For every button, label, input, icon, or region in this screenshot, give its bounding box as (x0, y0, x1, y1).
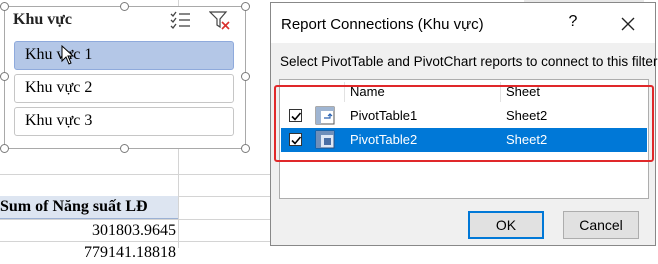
resize-handle[interactable] (120, 144, 129, 153)
resize-handle[interactable] (241, 2, 250, 11)
mouse-cursor-icon (61, 45, 75, 65)
resize-handle[interactable] (0, 2, 9, 11)
dialog-titlebar[interactable]: Report Connections (Khu vực) ? (271, 3, 655, 43)
ok-button[interactable]: OK (468, 211, 544, 239)
pivot-value-cell[interactable]: 779141.18818 (0, 242, 176, 264)
close-icon[interactable] (615, 11, 641, 37)
slicer-title: Khu vực (13, 11, 72, 28)
slicer-item-khu-vuc-2[interactable]: Khu vực 2 (14, 74, 234, 103)
resize-handle[interactable] (0, 72, 9, 81)
dialog-description: Select PivotTable and PivotChart reports… (280, 54, 658, 69)
resize-handle[interactable] (241, 144, 250, 153)
resize-handle[interactable] (120, 2, 129, 11)
slicer-item-khu-vuc-1[interactable]: Khu vực 1 (14, 41, 234, 70)
pivot-value-header[interactable]: Sum of Năng suất LĐ (0, 196, 178, 219)
pivot-value-cell[interactable]: 301803.9645 (0, 220, 176, 242)
multi-select-icon[interactable] (169, 10, 191, 30)
slicer-item-khu-vuc-3[interactable]: Khu vực 3 (14, 107, 234, 136)
highlight-annotation (274, 85, 654, 162)
row-gridline (0, 174, 270, 175)
resize-handle[interactable] (0, 144, 9, 153)
dialog-title: Report Connections (Khu vực) (281, 16, 484, 33)
cancel-button[interactable]: Cancel (563, 211, 639, 239)
clear-filter-icon[interactable] (209, 10, 231, 30)
help-button[interactable]: ? (563, 13, 583, 33)
slicer-khu-vuc[interactable]: Khu vực Khu vực 1 Khu vực 2 Khu vực 3 (4, 6, 246, 149)
resize-handle[interactable] (241, 72, 250, 81)
